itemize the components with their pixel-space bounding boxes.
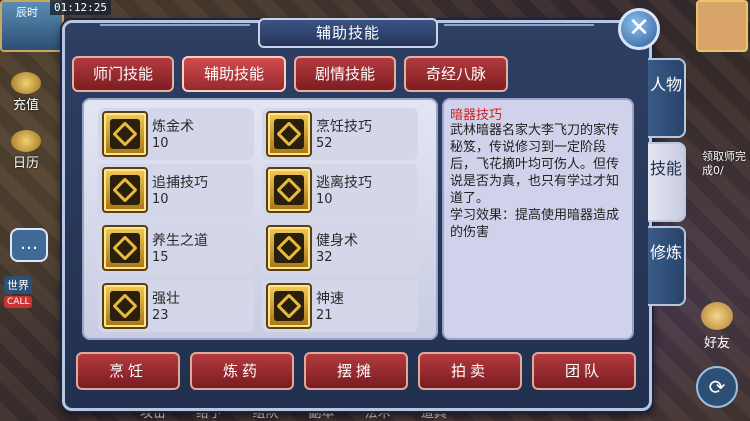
skill-level: 10 xyxy=(152,192,169,207)
skill-item-health-cultivation[interactable]: 养生之道 15 xyxy=(98,222,254,274)
title-ornament-right xyxy=(444,24,594,36)
skill-level: 23 xyxy=(152,308,169,323)
refresh-icon: ⟳ xyxy=(708,375,726,399)
close-button[interactable]: ✕ xyxy=(618,8,660,50)
team-button[interactable]: 团队 xyxy=(532,352,636,390)
skill-level: 52 xyxy=(316,136,333,151)
skill-item-escape[interactable]: 逃离技巧 10 xyxy=(262,164,418,216)
strength-icon xyxy=(102,283,148,329)
brew-medicine-button[interactable]: 炼药 xyxy=(190,352,294,390)
swiftness-icon xyxy=(266,283,312,329)
skill-level: 15 xyxy=(152,250,169,265)
title-ornament-left xyxy=(100,24,250,36)
chat-icon: … xyxy=(20,233,38,254)
recharge-label: 充值 xyxy=(12,98,39,113)
skill-item-tracking[interactable]: 追捕技巧 10 xyxy=(98,164,254,216)
skill-item-fitness[interactable]: 健身术 32 xyxy=(262,222,418,274)
recharge-button[interactable]: 充值 xyxy=(4,72,48,113)
skill-description-panel: 暗器技巧 武林暗器名家大李飞刀的家传秘笈，传说修习到一定阶段后，飞花摘叶均可伤人… xyxy=(442,98,634,340)
skill-item-strength[interactable]: 强壮 23 xyxy=(98,280,254,332)
escape-icon xyxy=(266,167,312,213)
skill-name: 健身术 xyxy=(316,233,358,249)
skill-name: 烹饪技巧 xyxy=(316,119,372,135)
skill-level: 10 xyxy=(316,192,333,207)
skill-item-alchemy[interactable]: 炼金术 10 xyxy=(98,108,254,160)
side-tab-skills[interactable]: 技能 xyxy=(648,142,686,222)
call-tag[interactable]: CALL xyxy=(4,296,33,308)
fitness-icon xyxy=(266,225,312,271)
skill-item-swiftness[interactable]: 神速 21 xyxy=(262,280,418,332)
dialog-title: 辅助技能 xyxy=(258,18,438,48)
chat-button[interactable]: … xyxy=(10,228,48,262)
time-readout: 01:12:25 xyxy=(50,0,111,15)
calendar-label: 日历 xyxy=(12,156,39,171)
close-icon: ✕ xyxy=(628,13,650,43)
tab-sect-skills[interactable]: 师门技能 xyxy=(72,56,174,92)
player-avatar[interactable] xyxy=(696,0,748,52)
cooking-icon xyxy=(266,111,312,157)
calendar-button[interactable]: 日历 xyxy=(4,130,48,171)
tab-auxiliary-skills[interactable]: 辅助技能 xyxy=(182,56,286,92)
auction-button[interactable]: 拍卖 xyxy=(418,352,522,390)
world-channel-tag[interactable]: 世界 xyxy=(4,276,32,294)
skill-name: 炼金术 xyxy=(152,119,194,135)
stall-button[interactable]: 摆摊 xyxy=(304,352,408,390)
skill-name: 逃离技巧 xyxy=(316,175,372,191)
cooking-button[interactable]: 烹饪 xyxy=(76,352,180,390)
side-tab-cultivation[interactable]: 修炼 xyxy=(648,226,686,306)
side-tab-character[interactable]: 人物 xyxy=(648,58,686,138)
skill-name: 强壮 xyxy=(152,291,180,307)
tab-meridians[interactable]: 奇经八脉 xyxy=(404,56,508,92)
description-title: 暗器技巧 xyxy=(450,108,503,123)
description-text: 武林暗器名家大李飞刀的家传秘笈，传说修习到一定阶段后，飞花摘叶均可伤人。但传说是… xyxy=(450,123,620,206)
skill-name: 养生之道 xyxy=(152,233,208,249)
friends-label: 好友 xyxy=(703,336,730,351)
description-body: 武林暗器名家大李飞刀的家传秘笈，传说修习到一定阶段后，飞花摘叶均可伤人。但传说是… xyxy=(450,122,626,241)
skill-list-panel: 炼金术 10 烹饪技巧 52 追捕技巧 10 逃离技巧 10 养生之道 15 健… xyxy=(82,98,438,340)
skill-level: 10 xyxy=(152,136,169,151)
skill-level: 32 xyxy=(316,250,333,265)
skill-level: 21 xyxy=(316,308,333,323)
tracking-icon xyxy=(102,167,148,213)
handshake-icon xyxy=(701,302,733,330)
refresh-button[interactable]: ⟳ xyxy=(696,366,738,408)
skill-name: 追捕技巧 xyxy=(152,175,208,191)
description-effect: 学习效果：提高使用暗器造成的伤害 xyxy=(450,208,620,240)
skill-name: 神速 xyxy=(316,291,344,307)
calendar-icon xyxy=(11,130,41,152)
health-cultivation-icon xyxy=(102,225,148,271)
skill-item-cooking[interactable]: 烹饪技巧 52 xyxy=(262,108,418,160)
tab-story-skills[interactable]: 剧情技能 xyxy=(294,56,396,92)
quest-tracker-text[interactable]: 领取师完成0/ xyxy=(702,150,750,178)
friends-button[interactable]: 好友 xyxy=(696,302,738,352)
coin-icon xyxy=(11,72,41,94)
alchemy-icon xyxy=(102,111,148,157)
clock-label: 辰时 xyxy=(16,6,38,19)
